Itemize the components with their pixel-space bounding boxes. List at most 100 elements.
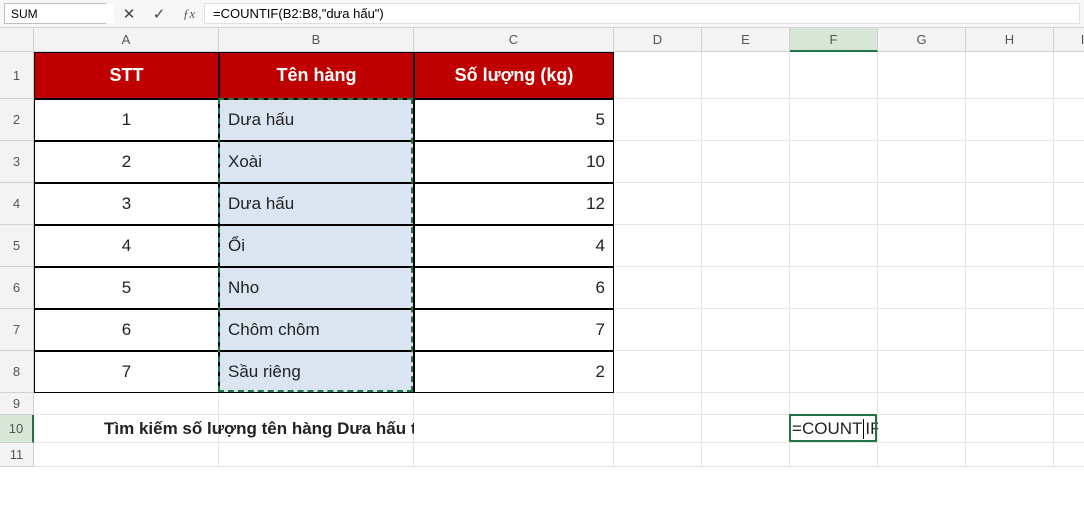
- cell-B6[interactable]: Nho: [219, 267, 414, 309]
- row-header-11[interactable]: 11: [0, 443, 34, 467]
- col-header-E[interactable]: E: [702, 28, 790, 52]
- cell-C5[interactable]: 4: [414, 225, 614, 267]
- cell-F8[interactable]: [790, 351, 878, 393]
- row-header-1[interactable]: 1: [0, 52, 34, 99]
- cell-I3[interactable]: [1054, 141, 1084, 183]
- col-header-C[interactable]: C: [414, 28, 614, 52]
- cell-I8[interactable]: [1054, 351, 1084, 393]
- cell-I1[interactable]: [1054, 52, 1084, 99]
- cell-D6[interactable]: [614, 267, 702, 309]
- cell-F11[interactable]: [790, 443, 878, 467]
- row-header-10[interactable]: 10: [0, 415, 34, 443]
- col-header-G[interactable]: G: [878, 28, 966, 52]
- cell-B2[interactable]: Dưa hấu: [219, 99, 414, 141]
- cell-G7[interactable]: [878, 309, 966, 351]
- cell-E1[interactable]: [702, 52, 790, 99]
- cell-F4[interactable]: [790, 183, 878, 225]
- cell-A11[interactable]: [34, 443, 219, 467]
- cell-B5[interactable]: Ổi: [219, 225, 414, 267]
- col-header-F[interactable]: F: [790, 28, 878, 52]
- row-header-8[interactable]: 8: [0, 351, 34, 393]
- cell-H6[interactable]: [966, 267, 1054, 309]
- cell-D8[interactable]: [614, 351, 702, 393]
- cell-C2[interactable]: 5: [414, 99, 614, 141]
- cell-A6[interactable]: 5: [34, 267, 219, 309]
- cell-A9[interactable]: [34, 393, 219, 415]
- cell-G6[interactable]: [878, 267, 966, 309]
- cell-C1[interactable]: Số lượng (kg): [414, 52, 614, 99]
- cell-D2[interactable]: [614, 99, 702, 141]
- cell-I6[interactable]: [1054, 267, 1084, 309]
- cell-D10[interactable]: [614, 415, 702, 443]
- cell-G11[interactable]: [878, 443, 966, 467]
- cell-F1[interactable]: [790, 52, 878, 99]
- formula-input[interactable]: [204, 3, 1080, 24]
- cell-D1[interactable]: [614, 52, 702, 99]
- cell-H5[interactable]: [966, 225, 1054, 267]
- cell-I11[interactable]: [1054, 443, 1084, 467]
- cell-D3[interactable]: [614, 141, 702, 183]
- cell-G3[interactable]: [878, 141, 966, 183]
- cell-H4[interactable]: [966, 183, 1054, 225]
- row-header-3[interactable]: 3: [0, 141, 34, 183]
- cell-C10[interactable]: [414, 415, 614, 443]
- cell-F7[interactable]: [790, 309, 878, 351]
- col-header-B[interactable]: B: [219, 28, 414, 52]
- select-all-corner[interactable]: [0, 28, 34, 52]
- cell-D11[interactable]: [614, 443, 702, 467]
- cell-G10[interactable]: [878, 415, 966, 443]
- cell-B8[interactable]: Sầu riêng: [219, 351, 414, 393]
- row-header-4[interactable]: 4: [0, 183, 34, 225]
- cell-G2[interactable]: [878, 99, 966, 141]
- cell-I7[interactable]: [1054, 309, 1084, 351]
- cell-I2[interactable]: [1054, 99, 1084, 141]
- fx-button[interactable]: ƒx: [174, 0, 204, 27]
- row-header-7[interactable]: 7: [0, 309, 34, 351]
- cell-G5[interactable]: [878, 225, 966, 267]
- cell-G1[interactable]: [878, 52, 966, 99]
- cell-E7[interactable]: [702, 309, 790, 351]
- cell-D5[interactable]: [614, 225, 702, 267]
- cell-E8[interactable]: [702, 351, 790, 393]
- cancel-formula-button[interactable]: ✕: [114, 0, 144, 27]
- cell-C8[interactable]: 2: [414, 351, 614, 393]
- cell-G4[interactable]: [878, 183, 966, 225]
- cell-H11[interactable]: [966, 443, 1054, 467]
- cell-B4[interactable]: Dưa hấu: [219, 183, 414, 225]
- cell-G9[interactable]: [878, 393, 966, 415]
- col-header-D[interactable]: D: [614, 28, 702, 52]
- cell-F10[interactable]: =COUNTIF(B2:B8,"dưa hấu"): [790, 415, 878, 443]
- cell-H10[interactable]: [966, 415, 1054, 443]
- cell-E10[interactable]: [702, 415, 790, 443]
- cell-I4[interactable]: [1054, 183, 1084, 225]
- cell-E6[interactable]: [702, 267, 790, 309]
- cell-D4[interactable]: [614, 183, 702, 225]
- cell-H3[interactable]: [966, 141, 1054, 183]
- cell-D9[interactable]: [614, 393, 702, 415]
- cell-F9[interactable]: [790, 393, 878, 415]
- cell-A8[interactable]: 7: [34, 351, 219, 393]
- cell-D7[interactable]: [614, 309, 702, 351]
- cell-G8[interactable]: [878, 351, 966, 393]
- cell-H1[interactable]: [966, 52, 1054, 99]
- cell-F2[interactable]: [790, 99, 878, 141]
- cells-area[interactable]: STTTên hàngSố lượng (kg)1Dưa hấu52Xoài10…: [34, 52, 1084, 467]
- cell-C3[interactable]: 10: [414, 141, 614, 183]
- cell-E2[interactable]: [702, 99, 790, 141]
- cell-C4[interactable]: 12: [414, 183, 614, 225]
- cell-B10[interactable]: Tìm kiếm số lượng tên hàng Dưa hấu trong…: [219, 415, 414, 443]
- cell-E5[interactable]: [702, 225, 790, 267]
- cell-H8[interactable]: [966, 351, 1054, 393]
- cell-H9[interactable]: [966, 393, 1054, 415]
- cell-I10[interactable]: [1054, 415, 1084, 443]
- cell-H2[interactable]: [966, 99, 1054, 141]
- accept-formula-button[interactable]: ✓: [144, 0, 174, 27]
- cell-E4[interactable]: [702, 183, 790, 225]
- col-header-I[interactable]: I: [1054, 28, 1084, 52]
- row-header-9[interactable]: 9: [0, 393, 34, 415]
- cell-E11[interactable]: [702, 443, 790, 467]
- cell-B1[interactable]: Tên hàng: [219, 52, 414, 99]
- cell-A5[interactable]: 4: [34, 225, 219, 267]
- cell-I9[interactable]: [1054, 393, 1084, 415]
- cell-E3[interactable]: [702, 141, 790, 183]
